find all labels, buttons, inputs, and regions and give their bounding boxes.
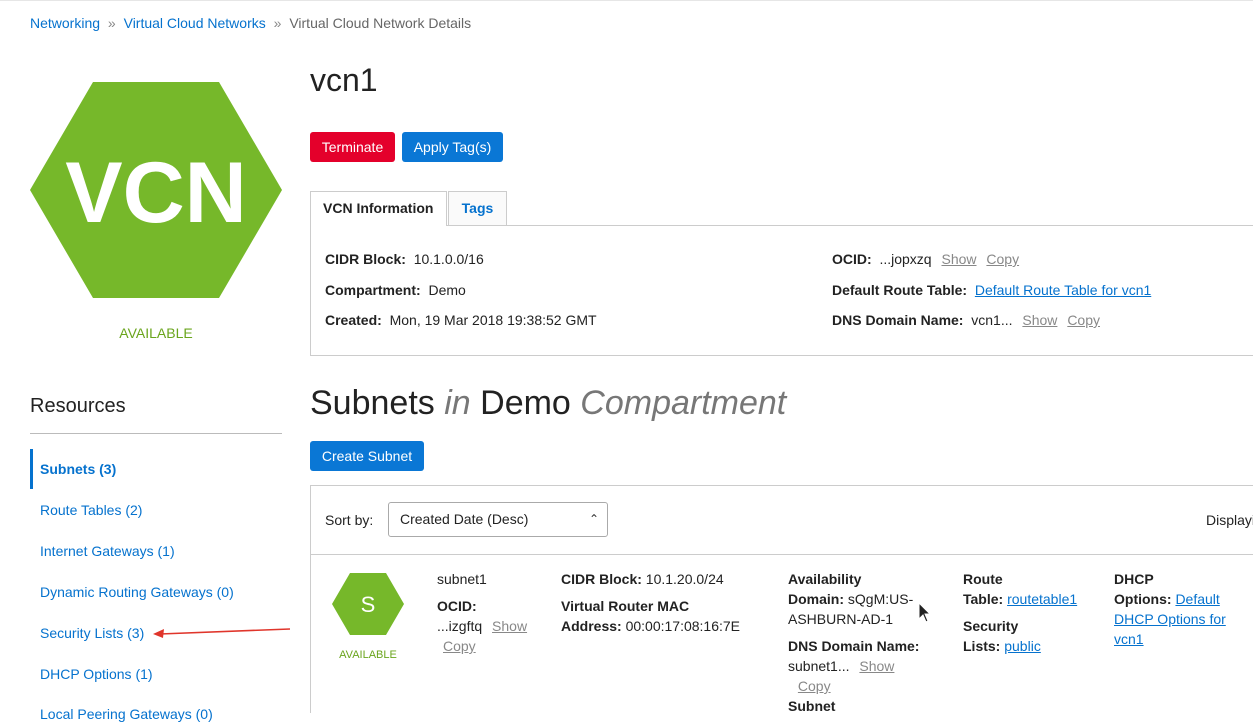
sidebar-item-dynamic-routing-gateways[interactable]: Dynamic Routing Gateways (0) [40, 584, 234, 600]
dhcp-label: DHCP [1114, 571, 1154, 587]
top-border [0, 0, 1253, 1]
subnet-ocid-value: ...izgftq [437, 618, 483, 634]
sort-select[interactable]: Created Date (Desc) ⌃ [388, 502, 608, 537]
vcn-hexagon-icon: VCN [30, 82, 282, 298]
routetable1-link[interactable]: routetable1 [1007, 591, 1077, 607]
tab-vcn-information[interactable]: VCN Information [310, 191, 447, 226]
ocid-value: ...jopxzq [879, 251, 932, 267]
vr-mac-label: Virtual Router MAC [561, 598, 690, 614]
dns-value: vcn1... [971, 312, 1013, 328]
sidebar-item-dhcp-options[interactable]: DHCP Options (1) [40, 666, 153, 682]
subnet-dns-value: subnet1... [788, 658, 850, 674]
subnets-heading: Subnets in Demo Compartment [310, 384, 786, 423]
sidebar-item-local-peering-gateways[interactable]: Local Peering Gateways (0) [40, 706, 213, 722]
subnet-route-col: Route Table: routetable1 Security Lists:… [963, 569, 1103, 656]
subnet-dhcp-col: DHCP Options: Default DHCP Options for v… [1114, 569, 1249, 649]
subnets-heading-in: in [444, 384, 471, 422]
subnet-access-label: Subnet [788, 698, 836, 714]
cidr-row: CIDR Block: 10.1.0.0/16 [325, 251, 484, 267]
chevron-updown-icon: ⌃ [588, 512, 599, 526]
breadcrumb-current: Virtual Cloud Network Details [289, 15, 472, 31]
route-table-row: Default Route Table: Default Route Table… [832, 282, 1151, 298]
terminate-button[interactable]: Terminate [310, 132, 395, 162]
displaying-label: Displaying [1206, 512, 1253, 528]
vr-mac-label-2: Address: [561, 618, 622, 634]
subnet-ocid-label: OCID: [437, 598, 477, 614]
subnet-ocid-show-link[interactable]: Show [492, 618, 527, 634]
dhcp-default-link[interactable]: Default [1175, 591, 1219, 607]
sidebar-item-route-tables[interactable]: Route Tables (2) [40, 502, 142, 518]
compartment-label: Compartment: [325, 282, 421, 298]
dhcp-options-link[interactable]: DHCP Options for [1114, 611, 1226, 627]
apply-tags-button[interactable]: Apply Tag(s) [402, 132, 503, 162]
annotation-arrow-icon [153, 628, 291, 638]
ad-value-2: ASHBURN-AD-1 [788, 611, 894, 627]
security-list-public-link[interactable]: public [1004, 638, 1041, 654]
ocid-label: OCID: [832, 251, 872, 267]
subnet-cidr-value: 10.1.20.0/24 [645, 571, 724, 587]
resources-divider [30, 433, 282, 434]
created-label: Created: [325, 312, 382, 328]
sort-label: Sort by: [325, 512, 374, 528]
ocid-row: OCID: ...jopxzq Show Copy [832, 251, 1019, 267]
ocid-copy-link[interactable]: Copy [986, 251, 1019, 267]
svg-text:S: S [361, 592, 376, 617]
resources-heading: Resources [30, 395, 126, 417]
subnets-heading-compartment-name: Demo [480, 384, 571, 422]
dns-label: DNS Domain Name: [832, 312, 964, 328]
subnets-heading-main: Subnets [310, 384, 435, 422]
subnet-cidr-col: CIDR Block: 10.1.20.0/24 Virtual Router … [561, 569, 776, 636]
compartment-value: Demo [428, 282, 466, 298]
ad-value: sQgM:US- [847, 591, 914, 607]
subnet-hexagon-icon: S [332, 573, 404, 635]
created-row: Created: Mon, 19 Mar 2018 19:38:52 GMT [325, 312, 597, 328]
subnet-name-col: subnet1 OCID: ...izgftq Show Copy [437, 569, 547, 656]
dns-copy-link[interactable]: Copy [1067, 312, 1100, 328]
mouse-cursor-icon [918, 602, 932, 623]
route-table-label: Default Route Table: [832, 282, 968, 298]
svg-text:VCN: VCN [65, 145, 247, 241]
security-lists-label-2: Lists: [963, 638, 1001, 654]
subnet-name: subnet1 [437, 571, 487, 587]
subnet-state-label: AVAILABLE [339, 649, 397, 661]
ocid-show-link[interactable]: Show [941, 251, 976, 267]
dhcp-vcn1-link[interactable]: vcn1 [1114, 631, 1144, 647]
subnets-heading-suffix: Compartment [580, 384, 787, 422]
subnet-dns-label: DNS Domain Name: [788, 638, 920, 654]
breadcrumb: Networking » Virtual Cloud Networks » Vi… [30, 15, 471, 31]
breadcrumb-virtual-cloud-networks[interactable]: Virtual Cloud Networks [124, 15, 266, 31]
sort-select-value: Created Date (Desc) [400, 511, 529, 527]
sidebar-item-subnets[interactable]: Subnets (3) [40, 461, 116, 477]
compartment-row: Compartment: Demo [325, 282, 466, 298]
subnet-dns-show-link[interactable]: Show [859, 658, 894, 674]
default-route-table-link[interactable]: Default Route Table for vcn1 [975, 282, 1151, 298]
sidebar-item-security-lists[interactable]: Security Lists (3) [40, 625, 144, 641]
vr-mac-value: 00:00:17:08:16:7E [625, 618, 741, 634]
create-subnet-button[interactable]: Create Subnet [310, 441, 424, 471]
cidr-label: CIDR Block: [325, 251, 406, 267]
route-label-2: Table: [963, 591, 1004, 607]
route-label: Route [963, 571, 1003, 587]
sidebar-item-internet-gateways[interactable]: Internet Gateways (1) [40, 543, 175, 559]
dns-show-link[interactable]: Show [1022, 312, 1057, 328]
breadcrumb-networking[interactable]: Networking [30, 15, 100, 31]
dhcp-label-2: Options: [1114, 591, 1172, 607]
page-title: vcn1 [310, 62, 378, 98]
ad-label: Availability [788, 571, 862, 587]
subnet-ocid-copy-link[interactable]: Copy [443, 638, 476, 654]
tab-bar: VCN Information Tags [310, 191, 1253, 226]
dns-row: DNS Domain Name: vcn1... Show Copy [832, 312, 1100, 328]
subnet-cidr-label: CIDR Block: [561, 571, 642, 587]
vcn-state-label: AVAILABLE [119, 325, 193, 341]
created-value: Mon, 19 Mar 2018 19:38:52 GMT [389, 312, 597, 328]
ad-label-2: Domain: [788, 591, 844, 607]
breadcrumb-separator: » [273, 15, 282, 31]
subnet-ad-col: Availability Domain: sQgM:US- ASHBURN-AD… [788, 569, 948, 716]
cidr-value: 10.1.0.0/16 [413, 251, 484, 267]
subnet-dns-copy-link[interactable]: Copy [798, 678, 831, 694]
security-lists-label: Security [963, 618, 1019, 634]
breadcrumb-separator: » [107, 15, 116, 31]
active-indicator [30, 449, 33, 489]
tab-tags[interactable]: Tags [448, 191, 507, 225]
